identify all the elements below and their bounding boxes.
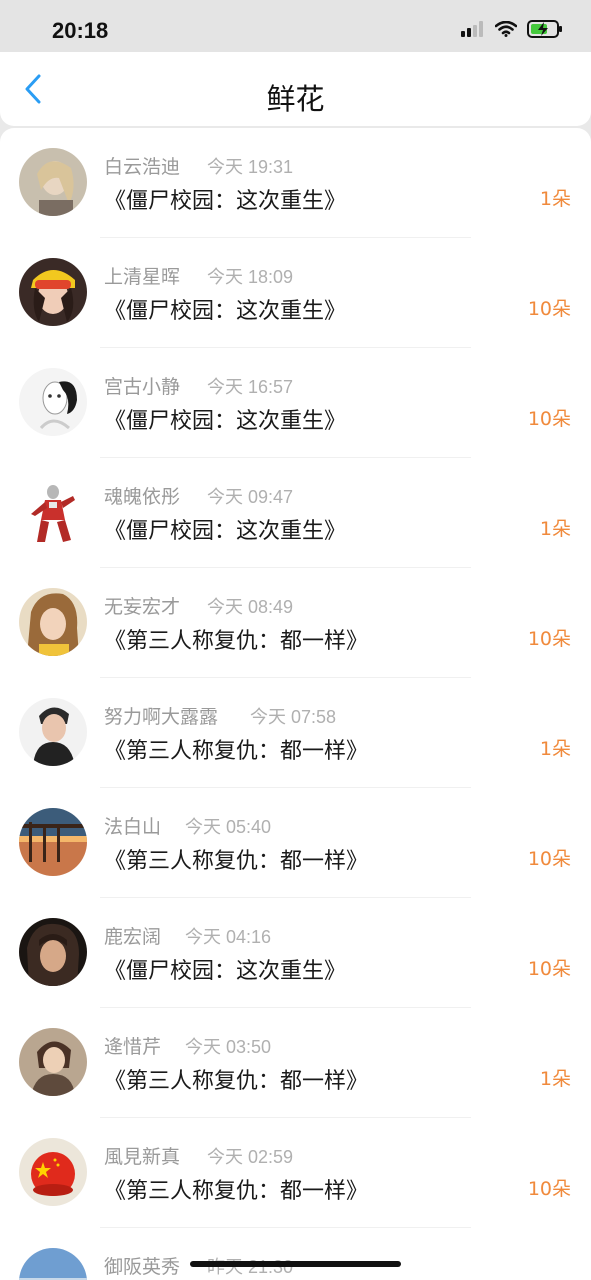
user-name: 白云浩迪 (104, 156, 181, 178)
flower-count: 10朵 (527, 298, 571, 320)
timestamp: 今天 16:57 (207, 377, 294, 397)
list-item[interactable]: 白云浩迪 今天 19:31 《僵尸校园：这次重生》 1朵 (0, 128, 591, 238)
list-item[interactable]: 鹿宏阔 今天 04:16 《僵尸校园：这次重生》 10朵 (0, 898, 591, 1008)
timestamp: 今天 05:40 (185, 817, 272, 837)
timestamp: 今天 03:50 (185, 1037, 272, 1057)
book-title[interactable]: 《第三人称复仇：都一样》 (104, 843, 368, 875)
user-name: 法白山 (104, 816, 162, 838)
timestamp: 今天 04:16 (185, 927, 272, 947)
timestamp: 今天 18:09 (207, 267, 294, 287)
list-item[interactable]: 宫古小静 今天 16:57 《僵尸校园：这次重生》 10朵 (0, 348, 591, 458)
timestamp: 今天 19:31 (207, 157, 294, 177)
user-name: 上清星晖 (104, 266, 181, 288)
wifi-icon (494, 20, 518, 41)
list-item[interactable]: 无妄宏才 今天 08:49 《第三人称复仇：都一样》 10朵 (0, 568, 591, 678)
avatar (19, 478, 87, 546)
avatar (19, 368, 87, 436)
avatar (19, 148, 87, 216)
status-icons (461, 20, 563, 42)
flower-count: 10朵 (527, 1178, 571, 1200)
list-item[interactable]: 法白山 今天 05:40 《第三人称复仇：都一样》 10朵 (0, 788, 591, 898)
book-title[interactable]: 《第三人称复仇：都一样》 (104, 1063, 368, 1095)
page-title: 鲜花 (266, 82, 325, 116)
user-name: 无妄宏才 (104, 596, 181, 618)
avatar (19, 1248, 87, 1280)
user-name: 御阪英秀 (104, 1256, 181, 1278)
book-title[interactable]: 《僵尸校园：这次重生》 (104, 953, 346, 985)
avatar (19, 808, 87, 876)
avatar (19, 1028, 87, 1096)
signal-icon (461, 21, 485, 41)
book-title[interactable]: 《第三人称复仇：都一样》 (104, 623, 368, 655)
user-name: 宫古小静 (104, 376, 181, 398)
flower-count: 1朵 (539, 188, 571, 210)
book-title[interactable]: 《僵尸校园：这次重生》 (104, 403, 346, 435)
home-indicator (190, 1261, 401, 1267)
flower-count: 10朵 (527, 848, 571, 870)
user-name: 風見新真 (104, 1146, 181, 1168)
user-name: 魂魄依彤 (104, 486, 181, 508)
flower-count: 10朵 (527, 958, 571, 980)
flower-count: 10朵 (527, 408, 571, 430)
book-title[interactable]: 《僵尸校园：这次重生》 (104, 293, 346, 325)
list-item[interactable]: 御阪英秀 昨天 21:30 (0, 1228, 591, 1280)
status-time: 20:18 (52, 18, 109, 43)
avatar (19, 258, 87, 326)
timestamp: 今天 09:47 (207, 487, 294, 507)
timestamp: 今天 02:59 (207, 1147, 294, 1167)
book-title[interactable]: 《第三人称复仇：都一样》 (104, 1173, 368, 1205)
user-name: 逄惜芹 (104, 1036, 162, 1058)
book-title[interactable]: 《僵尸校园：这次重生》 (104, 183, 346, 215)
flower-list: 白云浩迪 今天 19:31 《僵尸校园：这次重生》 1朵 上清星晖 今天 18:… (0, 128, 591, 1280)
nav-bar: 鲜花 (0, 52, 591, 126)
avatar (19, 918, 87, 986)
avatar (19, 588, 87, 656)
list-item[interactable]: 風見新真 今天 02:59 《第三人称复仇：都一样》 10朵 (0, 1118, 591, 1228)
list-item[interactable]: 逄惜芹 今天 03:50 《第三人称复仇：都一样》 1朵 (0, 1008, 591, 1118)
status-bar: 20:18 (0, 0, 591, 52)
book-title[interactable]: 《僵尸校园：这次重生》 (104, 513, 346, 545)
avatar (19, 698, 87, 766)
flower-count: 1朵 (539, 738, 571, 760)
list-item[interactable]: 上清星晖 今天 18:09 《僵尸校园：这次重生》 10朵 (0, 238, 591, 348)
flower-count: 10朵 (527, 628, 571, 650)
avatar (19, 1138, 87, 1206)
flower-count: 1朵 (539, 518, 571, 540)
timestamp: 今天 07:58 (250, 707, 337, 727)
list-item[interactable]: 努力啊大露露 今天 07:58 《第三人称复仇：都一样》 1朵 (0, 678, 591, 788)
list-item[interactable]: 魂魄依彤 今天 09:47 《僵尸校园：这次重生》 1朵 (0, 458, 591, 568)
battery-charging-icon (527, 20, 563, 42)
flower-count: 1朵 (539, 1068, 571, 1090)
user-name: 鹿宏阔 (104, 926, 162, 948)
user-name: 努力啊大露露 (104, 706, 219, 728)
timestamp: 今天 08:49 (207, 597, 294, 617)
book-title[interactable]: 《第三人称复仇：都一样》 (104, 733, 368, 765)
